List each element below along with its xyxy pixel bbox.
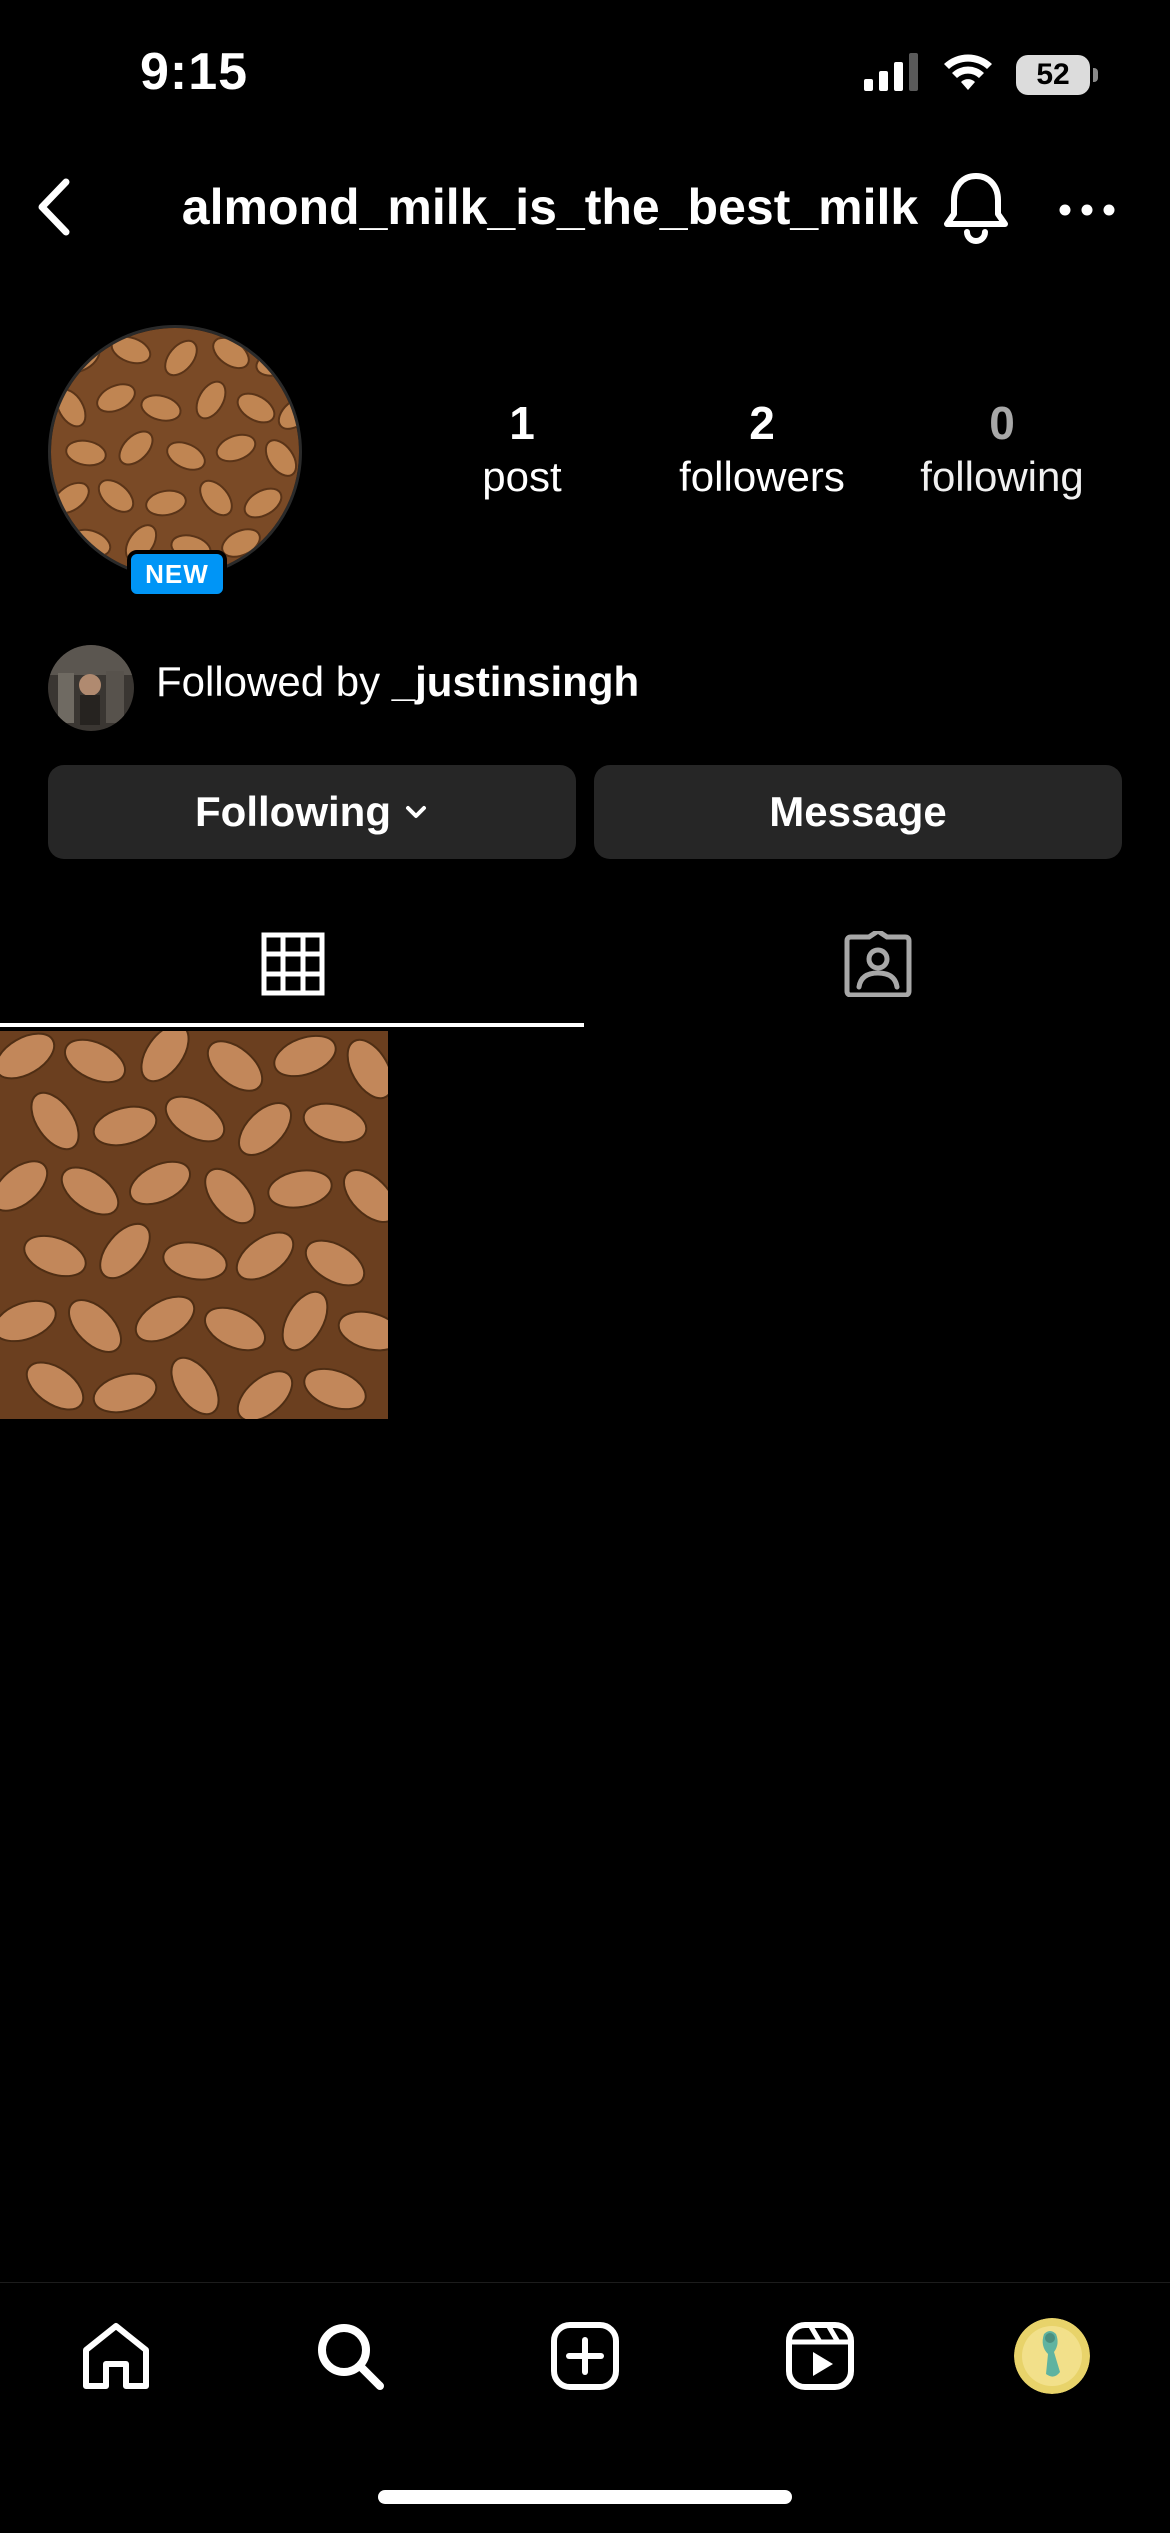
- followed-by-prefix: Followed by: [156, 658, 381, 705]
- mutual-follower-avatar[interactable]: [48, 645, 134, 731]
- nav-profile-avatar[interactable]: [1014, 2318, 1090, 2394]
- mutual-avatar-image: [48, 645, 134, 731]
- nav-create[interactable]: [545, 2316, 625, 2396]
- message-button-label: Message: [769, 788, 947, 835]
- status-time: 9:15: [140, 43, 249, 101]
- message-button[interactable]: Message: [594, 765, 1122, 859]
- notifications-button[interactable]: [940, 168, 1012, 246]
- post-thumbnail[interactable]: [0, 1031, 388, 1419]
- followers-count[interactable]: 2 followers: [642, 395, 882, 503]
- signal-icon: [864, 53, 920, 96]
- following-number: 0: [989, 397, 1015, 449]
- tab-posts-grid[interactable]: [0, 900, 585, 1028]
- reels-icon: [786, 2322, 854, 2390]
- more-horizontal-icon: [1059, 204, 1115, 216]
- bell-icon: [944, 173, 1008, 244]
- tab-tagged[interactable]: [585, 900, 1170, 1028]
- active-tab-indicator: [0, 1023, 584, 1027]
- nav-reels[interactable]: [780, 2316, 860, 2396]
- nav-search[interactable]: [310, 2316, 390, 2396]
- posts-label: post: [482, 453, 562, 500]
- tagged-icon: [844, 931, 911, 997]
- search-icon: [318, 2324, 384, 2390]
- followed-by-text[interactable]: Followed by _justinsingh: [156, 658, 639, 706]
- nav-home[interactable]: [76, 2316, 156, 2396]
- almonds-image: [51, 328, 299, 576]
- profile-avatar-icon: [1014, 2318, 1090, 2394]
- following-button-label: Following: [195, 788, 391, 835]
- grid-icon: [261, 932, 324, 996]
- battery-icon: 52: [1016, 54, 1098, 95]
- following-label: following: [920, 453, 1084, 500]
- followed-by-user: _justinsingh: [391, 658, 640, 705]
- posts-count: 1 post: [402, 395, 642, 503]
- posts-number: 1: [509, 397, 535, 449]
- profile-username: almond_milk_is_the_best_milk: [181, 179, 919, 235]
- profile-avatar[interactable]: [48, 325, 302, 579]
- following-button[interactable]: Following: [48, 765, 576, 859]
- new-badge: NEW: [127, 550, 227, 598]
- home-icon: [83, 2323, 149, 2389]
- followers-label: followers: [679, 453, 845, 500]
- create-icon: [551, 2322, 619, 2390]
- almonds-post-image: [0, 1031, 388, 1419]
- more-options-button[interactable]: [1055, 180, 1119, 240]
- status-icons: 52: [864, 52, 1098, 97]
- followers-number: 2: [749, 397, 775, 449]
- following-count: 0 following: [882, 395, 1122, 503]
- chevron-down-icon: [405, 806, 426, 818]
- wifi-icon: [942, 52, 994, 97]
- home-indicator: [378, 2490, 792, 2504]
